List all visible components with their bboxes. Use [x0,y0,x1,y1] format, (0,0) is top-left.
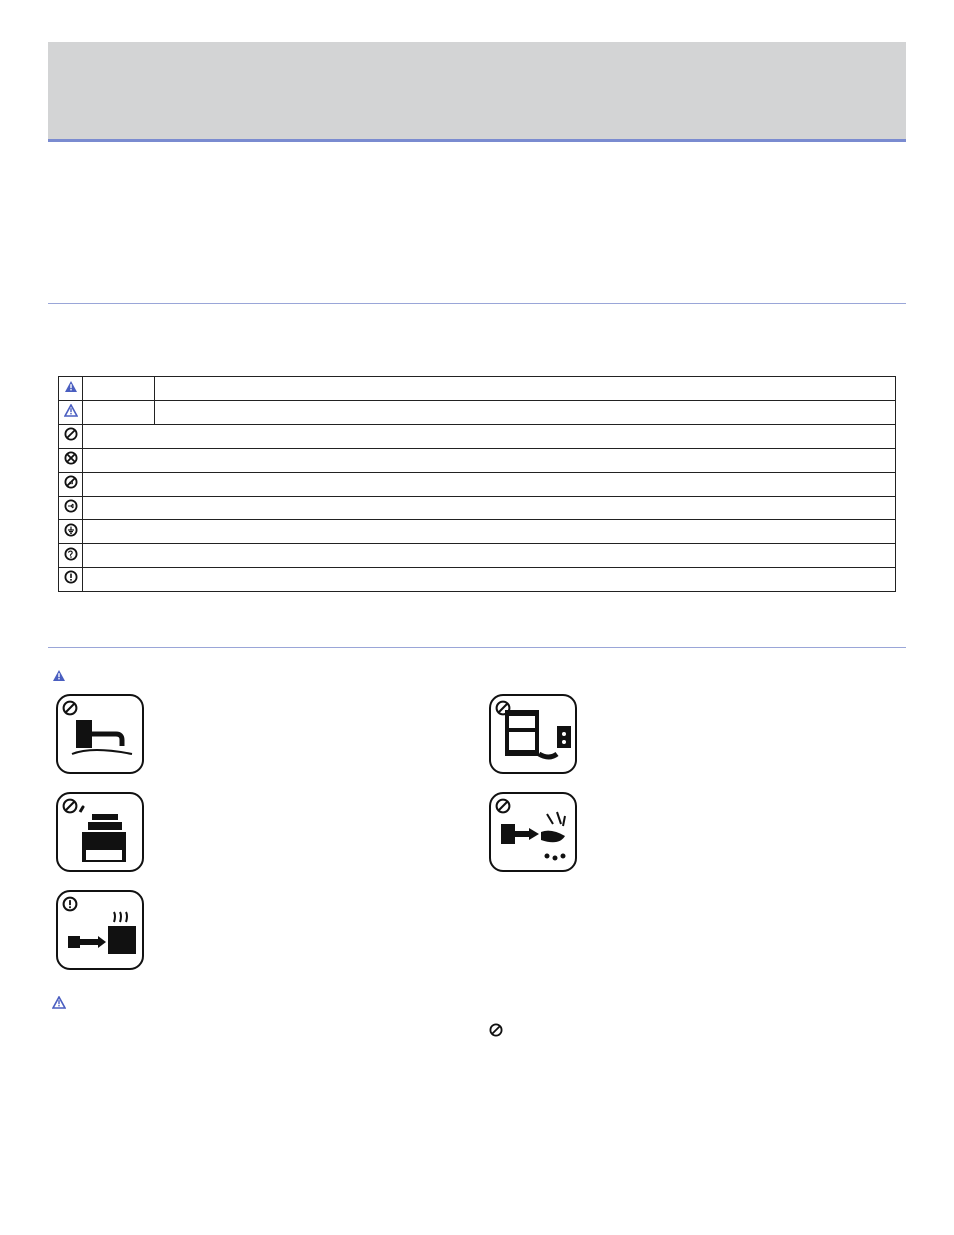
warn-line-cell [59,401,83,425]
warning-item-text: Do not place anything on top of the mach… [158,792,465,844]
caution-col-left: During an electrical storm or for a peri… [56,1021,465,1147]
table-row: Call the service center for help. [59,544,896,568]
row-desc: Unplug the power cord from the wall sock… [83,496,896,520]
warning-item: Do not remove the plug by pulling on the… [489,792,898,872]
plug-dust-pictogram [56,694,144,774]
badge-icon [62,700,78,716]
follow-cell [59,568,83,592]
intro-paragraph: These warnings and precautions are inclu… [52,172,902,244]
warning-item-text: Do not remove the plug by pulling on the… [591,792,898,844]
caution-items: During an electrical storm or for a peri… [56,1021,898,1147]
furniture-pictogram [489,694,577,774]
warning-item-text: Do not use if the power cord is damaged … [158,694,465,746]
table-row: CautionHazards or unsafe practices that … [59,401,896,425]
section-env-title: Operating environment [52,616,272,643]
badge-icon [495,700,511,716]
warning-label: Warning [72,666,124,684]
badge-icon [62,798,78,814]
table-row: WarningHazards or unsafe practices that … [59,377,896,401]
warning-item: Do not use if the power cord is damaged … [56,694,465,774]
warning-item: Do not bend, or place heavy objects on t… [489,694,898,774]
row-desc: Hazards or unsafe practices that may res… [155,401,896,425]
warning-item: If the machine gets overheated, it relea… [56,890,465,970]
table-row: Unplug the power cord from the wall sock… [59,496,896,520]
row-desc: Do not disassemble. [83,448,896,472]
row-desc: Make sure the machine is grounded to pre… [83,520,896,544]
unplug-cell [59,496,83,520]
warning-item: Do not place anything on top of the mach… [56,792,465,872]
section-rule [48,303,906,304]
caution-item-text: During an electrical storm or for a peri… [56,1021,465,1057]
table-row: Do not attempt. [59,425,896,449]
warning-item-text: If the machine gets overheated, it relea… [158,890,465,960]
row-label: Caution [83,401,155,425]
table-row: Do not disassemble. [59,448,896,472]
warning-items: Do not use if the power cord is damaged … [56,694,898,970]
caution-icon [52,996,66,1008]
caution-item-text: If the plug does not easily enter the el… [489,1021,898,1078]
caution-label: Caution [72,994,120,1012]
service-cell [59,544,83,568]
section-important-title: Important safety symbols [52,270,902,297]
no-disass-cell [59,448,83,472]
prohibit-cell [59,425,83,449]
table-row: Follow directions explicitly. [59,568,896,592]
row-desc: Follow directions explicitly. [83,568,896,592]
row-desc: Hazards or unsafe practices that may res… [155,377,896,401]
row-desc: Do not attempt. [83,425,896,449]
ground-cell [59,520,83,544]
wet-hand-pictogram [489,792,577,872]
row-desc: Do not touch. [83,472,896,496]
section-note: This section explains the meanings of al… [52,318,902,334]
warning-icon [52,669,66,681]
page-title: safety information [64,82,317,125]
warn-fill-cell [59,377,83,401]
table-row: Do not touch. [59,472,896,496]
prohibit-icon [489,1023,503,1042]
caution-band: Caution [52,994,902,1012]
page-header: safety information [48,42,906,142]
row-desc: Call the service center for help. [83,544,896,568]
caution-col-right: If the plug does not easily enter the el… [489,1021,898,1147]
table-row: Make sure the machine is grounded to pre… [59,520,896,544]
caution-item-text: Be careful, the paper output area is hot… [56,1057,465,1075]
badge-icon [62,896,78,912]
no-touch-cell [59,472,83,496]
caution-item-text: Do not allow pets to chew on the AC powe… [489,1078,898,1114]
row-label: Warning [83,377,155,401]
books-top-pictogram [56,792,144,872]
section-rule [48,647,906,648]
warning-item-text: Do not bend, or place heavy objects on t… [591,694,898,746]
caution-item-text: If the machine has been dropped, or if t… [56,1075,465,1147]
warning-band: Warning [52,666,902,684]
section-subheading: Explanation of all icons and signs used … [52,352,902,368]
symbols-table: WarningHazards or unsafe practices that … [58,376,896,592]
badge-icon [495,798,511,814]
hot-unplug-pictogram [56,890,144,970]
